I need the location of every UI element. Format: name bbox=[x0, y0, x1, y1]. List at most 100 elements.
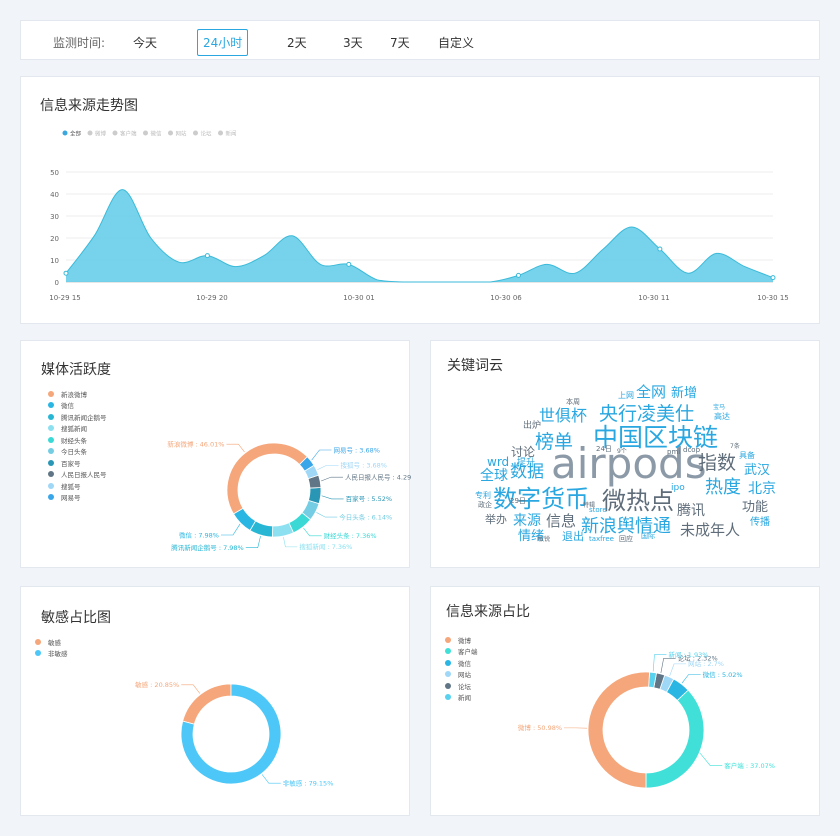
src-label-line bbox=[669, 663, 687, 677]
src-label-line bbox=[681, 674, 701, 684]
x-tick-label: 10-29 15 bbox=[49, 294, 80, 302]
cloud-word[interactable]: taxfree bbox=[589, 535, 614, 543]
cloud-word[interactable]: 指数 bbox=[698, 452, 736, 474]
cloud-word[interactable]: 北京 bbox=[748, 481, 776, 497]
y-tick-label: 0 bbox=[55, 279, 59, 287]
cloud-word[interactable]: 全网 bbox=[636, 383, 666, 401]
cloud-word[interactable]: 新浪舆情通 bbox=[581, 516, 671, 537]
media-label-line bbox=[311, 449, 332, 461]
cloud-word[interactable]: 宝马 bbox=[713, 403, 725, 411]
cloud-word[interactable]: 来源 bbox=[513, 513, 541, 529]
trend-point[interactable] bbox=[770, 275, 776, 281]
cloud-word[interactable]: 出炉 bbox=[523, 419, 541, 431]
media-label-line bbox=[283, 537, 298, 548]
cloud-word[interactable]: 央行凌美仕 bbox=[599, 403, 694, 425]
cloud-word[interactable]: 提升 bbox=[517, 457, 535, 468]
cloud-word[interactable]: 讨论 bbox=[511, 445, 535, 459]
legend-label-0[interactable]: 全部 bbox=[70, 130, 82, 138]
source-ratio-panel: 信息来源占比 微博 客户端 微信 网站 论坛 新闻 客户端 : 37.07% 微信 : 5.… bbox=[430, 586, 820, 816]
x-tick-label: 10-30 15 bbox=[757, 294, 788, 302]
cloud-word[interactable]: 政企 bbox=[478, 500, 492, 509]
x-tick-label: 10-30 06 bbox=[490, 294, 522, 302]
cloud-word[interactable]: 7条 bbox=[730, 442, 740, 450]
media-label: 今日头条 : 6.14% bbox=[339, 512, 392, 521]
legend-label-5[interactable]: 论坛 bbox=[201, 130, 213, 138]
media-slice-6[interactable] bbox=[307, 487, 322, 505]
cloud-word[interactable]: 新增 bbox=[671, 385, 697, 401]
cloud-word[interactable]: 榜单 bbox=[535, 431, 573, 453]
legend-dot-1[interactable] bbox=[87, 130, 93, 136]
cloud-word[interactable]: pmi bbox=[667, 448, 680, 456]
media-slice-0[interactable] bbox=[226, 442, 308, 515]
legend-dot-3[interactable] bbox=[143, 130, 148, 136]
cloud-word[interactable]: 敏锐 bbox=[538, 535, 550, 543]
cloud-word[interactable]: 微热点 bbox=[602, 487, 674, 515]
cloud-word[interactable]: 高达 bbox=[714, 411, 730, 421]
src-label-line bbox=[652, 654, 667, 672]
media-activity-chart: 新浪微博 : 46.01% 微信 : 7.98% 腾讯新闻企鹅号 : 7.98% 搜狐… bbox=[167, 439, 411, 551]
legend-label-4[interactable]: 网站 bbox=[176, 130, 188, 138]
trend-point[interactable] bbox=[63, 270, 69, 276]
src-slice-5[interactable] bbox=[587, 671, 650, 789]
cloud-word[interactable]: 具备 bbox=[739, 450, 755, 460]
cloud-word[interactable]: 全球 bbox=[480, 467, 508, 484]
trend-point[interactable] bbox=[346, 261, 352, 267]
time-option-7d[interactable]: 7天 bbox=[390, 34, 410, 51]
cloud-word[interactable]: 世俱杯 bbox=[539, 406, 587, 425]
monitor-time-label: 监测时间: bbox=[53, 36, 106, 50]
src-slice-0[interactable] bbox=[645, 689, 705, 789]
source-ratio-chart: 客户端 : 37.07%微信 : 5.02%网站 : 2.7%论坛 : 2.32… bbox=[518, 650, 775, 789]
cloud-word[interactable]: 上网 bbox=[618, 391, 634, 400]
cloud-word[interactable]: 回应 bbox=[619, 534, 633, 543]
sensitive-ratio-chart: 敏感 : 20.85% 非敏感 : 79.15% bbox=[135, 680, 334, 787]
cloud-word[interactable]: dcop bbox=[683, 446, 701, 454]
cloud-word[interactable]: 24日 bbox=[596, 445, 612, 453]
media-label-line bbox=[321, 476, 343, 482]
cloud-word[interactable]: 专利 bbox=[475, 490, 491, 500]
cloud-word[interactable]: 未成年人 bbox=[680, 521, 740, 539]
trend-area bbox=[66, 189, 773, 282]
media-label: 新浪微博 : 46.01% bbox=[167, 439, 224, 448]
media-label: 搜狐新闻 : 7.36% bbox=[299, 542, 352, 551]
trend-point[interactable] bbox=[204, 253, 210, 259]
y-tick-label: 20 bbox=[50, 235, 59, 243]
cloud-word[interactable]: 功能 bbox=[742, 500, 768, 515]
cloud-word[interactable]: 退出 bbox=[562, 529, 584, 543]
cloud-word[interactable]: 举办 bbox=[485, 512, 507, 526]
legend-dot-0[interactable] bbox=[62, 130, 68, 136]
legend-dot-5[interactable] bbox=[193, 130, 198, 136]
media-label: 百家号 : 5.52% bbox=[346, 494, 392, 503]
sens-slice-0[interactable] bbox=[182, 683, 232, 725]
cloud-word[interactable]: 热度 bbox=[705, 477, 741, 498]
legend-label-3[interactable]: 微信 bbox=[151, 130, 163, 138]
cloud-word[interactable]: 传播 bbox=[750, 515, 770, 528]
cloud-word[interactable]: ipo bbox=[671, 483, 685, 493]
trend-point[interactable] bbox=[657, 246, 663, 252]
legend-dot-4[interactable] bbox=[168, 130, 173, 136]
legend-label-2[interactable]: 客户端 bbox=[120, 130, 137, 138]
time-option-2d[interactable]: 2天 bbox=[287, 34, 307, 51]
src-label-line bbox=[699, 753, 723, 766]
cloud-word[interactable]: 9个 bbox=[617, 448, 627, 455]
legend-dot-6[interactable] bbox=[218, 130, 223, 136]
cloud-word[interactable]: 本周 bbox=[566, 397, 580, 406]
legend-label-1[interactable]: 微博 bbox=[95, 130, 107, 138]
cloud-word[interactable]: 特辑 bbox=[583, 501, 595, 509]
time-option-3d[interactable]: 3天 bbox=[343, 34, 363, 51]
time-option-24h[interactable]: 24小时 bbox=[197, 29, 249, 56]
cloud-word[interactable]: 国际 bbox=[641, 531, 655, 540]
cloud-word[interactable]: 29日 bbox=[510, 497, 526, 505]
y-tick-label: 10 bbox=[50, 257, 59, 265]
time-option-today[interactable]: 今天 bbox=[133, 34, 157, 51]
sens-label: 非敏感 : 79.15% bbox=[283, 778, 334, 787]
legend-label-6[interactable]: 新闻 bbox=[226, 130, 237, 138]
legend-dot-2[interactable] bbox=[112, 130, 118, 136]
trend-point[interactable] bbox=[515, 272, 521, 278]
time-option-custom[interactable]: 自定义 bbox=[438, 34, 474, 51]
keyword-cloud-panel: 关键词云 airpods 中国区块链 数字货币 微热点 央行凌美仕 榜单 指数 新浪舆情通 热度… bbox=[430, 340, 820, 568]
cloud-word[interactable]: wrd bbox=[487, 455, 509, 469]
cloud-word[interactable]: 数字货币 bbox=[493, 485, 589, 513]
cloud-word[interactable]: 腾讯 bbox=[677, 502, 705, 519]
cloud-word[interactable]: 信息 bbox=[546, 512, 576, 530]
cloud-word[interactable]: 武汉 bbox=[744, 463, 770, 478]
